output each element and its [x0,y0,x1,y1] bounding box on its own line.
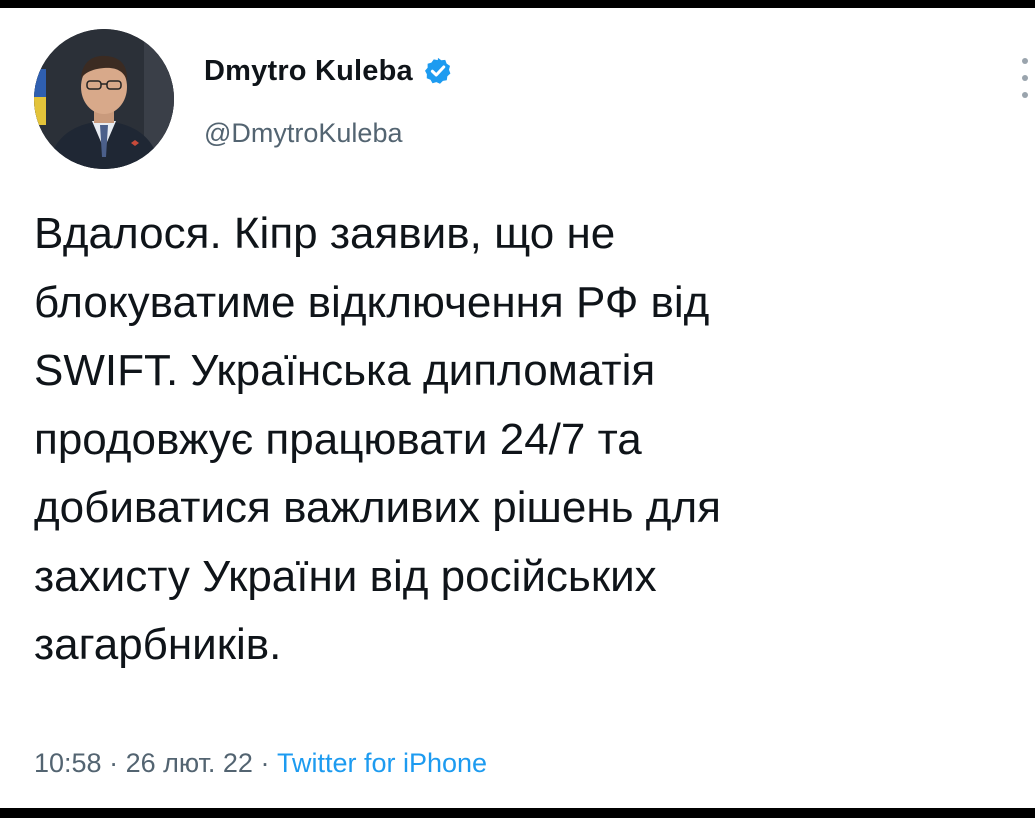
tweet-text-line: SWIFT. Українська дипломатія [34,346,656,395]
tweet-card: Dmytro Kuleba @DmytroKuleba Вдалося. Кіп… [0,8,1035,808]
verified-badge-icon [423,56,453,86]
tweet-text-line: захисту України від російських [34,551,657,601]
tweet-text: Вдалося. Кіпр заявив, що не блокуватиме … [34,200,1024,680]
tweet-text-line: блокуватиме відключення РФ від [34,277,710,327]
meta-separator: · [252,748,277,778]
author-handle[interactable]: @DmytroKuleba [204,118,402,149]
more-dot [1022,75,1028,81]
more-dot [1022,92,1028,98]
more-options-icon[interactable] [1019,58,1031,98]
more-dot [1022,58,1028,64]
tweet-time[interactable]: 10:58 [34,748,102,778]
tweet-text-line: Вдалося. Кіпр заявив, що не [34,209,616,258]
tweet-text-line: продовжує працювати 24/7 та [34,414,642,464]
meta-separator: · [101,748,126,778]
tweet-metadata: 10:58 · 26 лют. 22 · Twitter for iPhone [34,748,487,779]
tweet-date[interactable]: 26 лют. 22 [126,748,253,778]
author-name-row[interactable]: Dmytro Kuleba [204,51,453,91]
author-display-name[interactable]: Dmytro Kuleba [204,55,413,88]
tweet-source-link[interactable]: Twitter for iPhone [277,748,487,778]
tweet-text-line: загарбників. [34,620,282,669]
avatar[interactable] [34,29,174,169]
tweet-text-line: добиватися важливих рішень для [34,483,721,532]
